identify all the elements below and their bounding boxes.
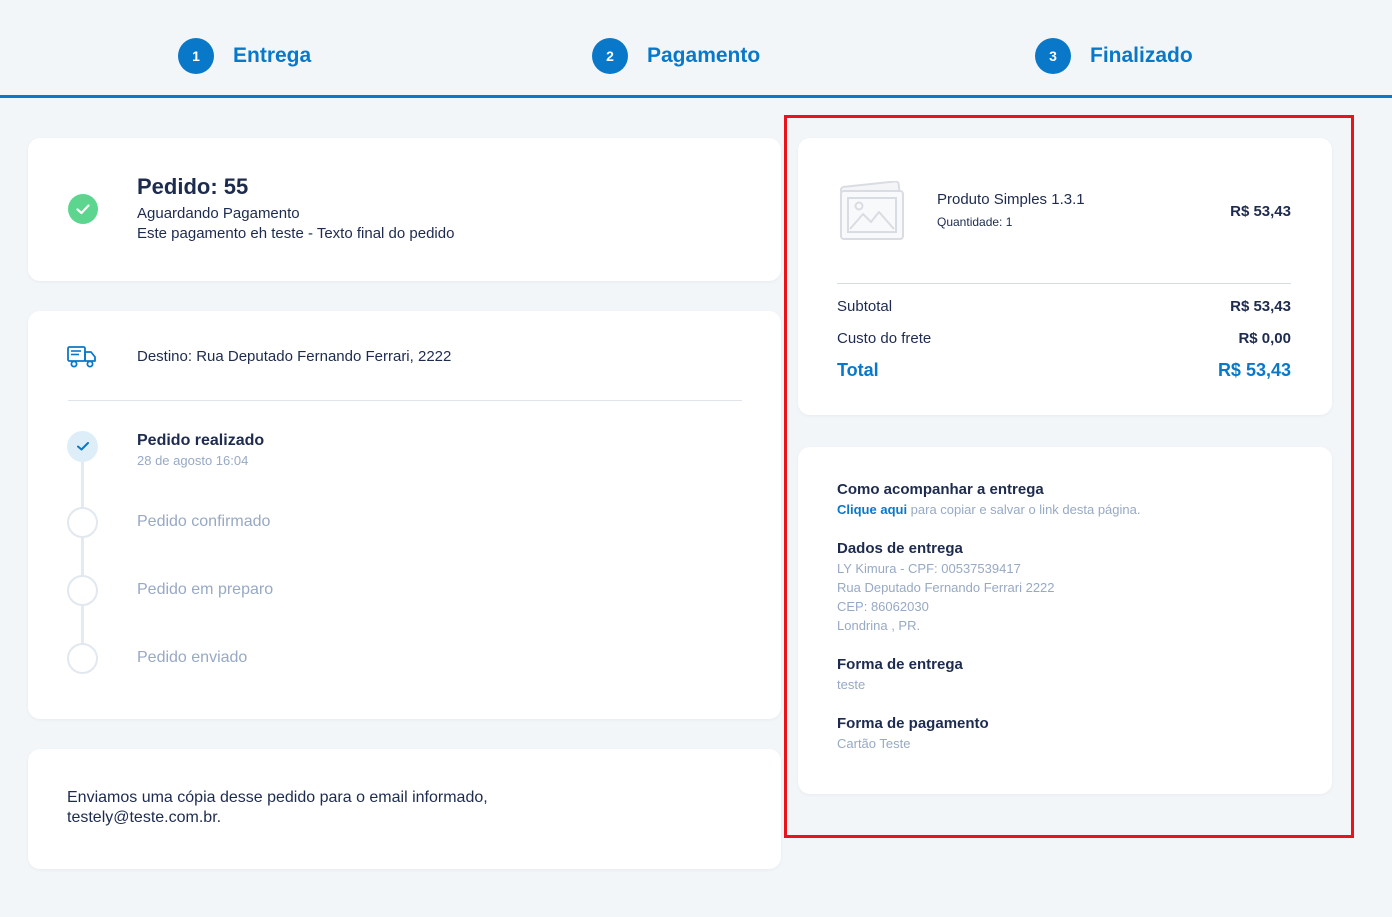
delivery-info-card: Como acompanhar a entrega Clique aqui pa… bbox=[798, 447, 1332, 794]
check-icon bbox=[76, 442, 89, 451]
step-entrega[interactable]: 1 Entrega bbox=[178, 38, 311, 74]
order-note: Este pagamento eh teste - Texto final do… bbox=[137, 225, 455, 242]
step-finalizado[interactable]: 3 Finalizado bbox=[1035, 38, 1193, 74]
timeline-step-date: 28 de agosto 16:04 bbox=[137, 453, 249, 468]
shipping-method-value: teste bbox=[837, 677, 866, 692]
email-confirmation-text: Enviamos uma cópia desse pedido para o e… bbox=[67, 788, 587, 828]
destination-text: Destino: Rua Deputado Fernando Ferrari, … bbox=[137, 348, 452, 365]
timeline-step-label: Pedido enviado bbox=[137, 649, 248, 666]
image-placeholder-icon bbox=[839, 181, 905, 240]
order-status-text: Aguardando Pagamento bbox=[137, 205, 300, 222]
timeline-step-label: Pedido realizado bbox=[137, 432, 265, 449]
email-address: testely@teste.com.br. bbox=[67, 809, 222, 826]
tracking-card: Destino: Rua Deputado Fernando Ferrari, … bbox=[28, 311, 781, 719]
order-summary-card: Produto Simples 1.3.1 Quantidade: 1 R$ 5… bbox=[798, 138, 1332, 415]
order-status-card: Pedido: 55 Aguardando Pagamento Este pag… bbox=[28, 138, 781, 281]
timeline-node-pending bbox=[67, 575, 98, 606]
timeline-step-label: Pedido confirmado bbox=[137, 513, 271, 530]
timeline-node-done bbox=[67, 431, 98, 462]
delivery-data-line: Rua Deputado Fernando Ferrari 2222 bbox=[837, 580, 1055, 595]
step-number: 3 bbox=[1035, 38, 1071, 74]
product-quantity: Quantidade: 1 bbox=[937, 215, 1013, 229]
subtotal-value: R$ 53,43 bbox=[1230, 298, 1291, 315]
timeline-step-label: Pedido em preparo bbox=[137, 581, 274, 598]
shipping-cost-value: R$ 0,00 bbox=[1238, 330, 1291, 347]
check-circle-icon bbox=[68, 194, 98, 224]
checkout-stepper: 1 Entrega 2 Pagamento 3 Finalizado bbox=[0, 3, 1392, 98]
copy-link[interactable]: Clique aqui bbox=[837, 502, 907, 517]
divider bbox=[837, 283, 1291, 284]
step-number: 2 bbox=[592, 38, 628, 74]
payment-method-title: Forma de pagamento bbox=[837, 715, 989, 732]
step-number: 1 bbox=[178, 38, 214, 74]
truck-icon bbox=[67, 346, 96, 368]
email-line: Enviamos uma cópia desse pedido para o e… bbox=[67, 789, 488, 806]
tracking-help-suffix: para copiar e salvar o link desta página… bbox=[907, 502, 1141, 517]
subtotal-label: Subtotal bbox=[837, 298, 893, 315]
delivery-data-line: LY Kimura - CPF: 00537539417 bbox=[837, 561, 1021, 576]
email-confirmation-card: Enviamos uma cópia desse pedido para o e… bbox=[28, 749, 781, 869]
shipping-method-title: Forma de entrega bbox=[837, 656, 963, 673]
tracking-help-title: Como acompanhar a entrega bbox=[837, 481, 1044, 498]
total-label: Total bbox=[837, 360, 879, 380]
timeline-node-pending bbox=[67, 643, 98, 674]
payment-method-value: Cartão Teste bbox=[837, 736, 911, 751]
step-pagamento[interactable]: 2 Pagamento bbox=[592, 38, 760, 74]
tracking-help-text: Clique aqui para copiar e salvar o link … bbox=[837, 502, 1140, 517]
product-price: R$ 53,43 bbox=[1230, 203, 1291, 220]
total-value: R$ 53,43 bbox=[1217, 360, 1291, 380]
shipping-cost-label: Custo do frete bbox=[837, 330, 932, 347]
divider bbox=[68, 400, 742, 401]
step-label: Entrega bbox=[233, 44, 312, 67]
step-label: Finalizado bbox=[1090, 44, 1193, 67]
delivery-data-title: Dados de entrega bbox=[837, 540, 963, 557]
delivery-data-line: CEP: 86062030 bbox=[837, 599, 929, 614]
product-name: Produto Simples 1.3.1 bbox=[937, 191, 1085, 208]
timeline-node-pending bbox=[67, 507, 98, 538]
step-label: Pagamento bbox=[647, 44, 761, 67]
delivery-data-line: Londrina , PR. bbox=[837, 618, 921, 633]
timeline-line bbox=[81, 458, 84, 658]
order-title: Pedido: 55 bbox=[137, 174, 249, 199]
